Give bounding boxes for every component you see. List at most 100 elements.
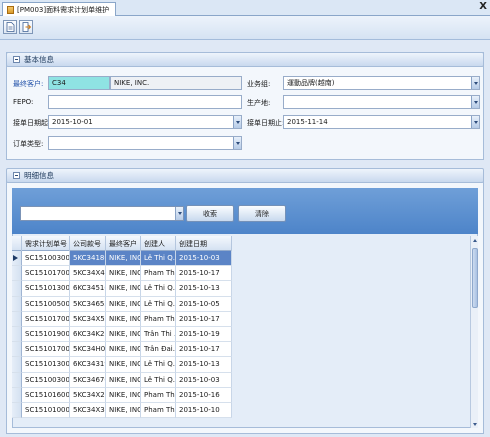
- cell-creator[interactable]: Pham Th...: [141, 387, 176, 403]
- table-row[interactable]: SC15101300036KC34516NIKE, INC.Lê Thi Q..…: [12, 281, 232, 297]
- factory-select[interactable]: [283, 95, 480, 109]
- cell-created-date[interactable]: 2015-10-19: [176, 326, 232, 343]
- cell-created-date[interactable]: 2015-10-13: [176, 357, 232, 373]
- cell-creator[interactable]: Lê Thi Q...: [141, 251, 176, 267]
- col-header-plan-no[interactable]: 需求计划单号: [22, 236, 70, 251]
- table-row[interactable]: SC15100500045KC34653NIKE, INC.Lê Thi Q..…: [12, 296, 232, 312]
- cell-created-date[interactable]: 2015-10-03: [176, 251, 232, 267]
- close-icon[interactable]: X: [479, 1, 487, 12]
- row-indicator[interactable]: [12, 357, 22, 373]
- cell-plan-no[interactable]: SC1510170001: [22, 266, 70, 282]
- row-indicator[interactable]: [12, 311, 22, 327]
- cell-customer[interactable]: NIKE, INC.: [106, 387, 141, 403]
- col-header-customer[interactable]: 最终客户: [106, 236, 141, 251]
- row-indicator[interactable]: [12, 387, 22, 403]
- business-group-select[interactable]: 運動品牌(越南): [283, 76, 480, 90]
- cell-customer[interactable]: NIKE, INC.: [106, 311, 141, 327]
- export-icon[interactable]: [19, 20, 33, 34]
- chevron-down-icon[interactable]: [233, 116, 241, 128]
- table-row[interactable]: SC15100300025KC34676NIKE, INC.Lê Thi Q..…: [12, 372, 232, 388]
- chevron-down-icon[interactable]: [471, 96, 479, 108]
- date-to-field[interactable]: 2015-11-14: [283, 115, 480, 129]
- cell-style-no[interactable]: 5KC34H09: [70, 342, 106, 358]
- collapse-icon[interactable]: [13, 56, 20, 63]
- search-input[interactable]: [20, 206, 184, 221]
- col-header-creator[interactable]: 创建人: [141, 236, 176, 251]
- row-indicator[interactable]: [12, 281, 22, 297]
- cell-style-no[interactable]: 5KC34X52: [70, 311, 106, 327]
- fepo-field[interactable]: [48, 95, 242, 109]
- cell-style-no[interactable]: 5KC34186: [70, 251, 106, 267]
- table-row[interactable]: SC15101900026KC34K21NIKE, INC.Trân Thi .…: [12, 326, 232, 343]
- chevron-down-icon[interactable]: [233, 137, 241, 149]
- order-type-select[interactable]: [48, 136, 242, 150]
- cell-creator[interactable]: Lê Thi Q...: [141, 357, 176, 373]
- table-row[interactable]: SC15101700015KC34X40NIKE, INC.Pham Th...…: [12, 266, 232, 282]
- new-doc-icon[interactable]: [3, 20, 17, 34]
- table-row[interactable]: SC15100300015KC34186NIKE, INC.Lê Thi Q..…: [12, 251, 232, 267]
- cell-customer[interactable]: NIKE, INC.: [106, 281, 141, 297]
- cell-creator[interactable]: Lê Thi Q...: [141, 281, 176, 297]
- grid-scrollbar[interactable]: [470, 236, 478, 428]
- cell-style-no[interactable]: 5KC34X39: [70, 402, 106, 419]
- table-row[interactable]: SC15101700265KC34X52NIKE, INC.Pham Th...…: [12, 311, 232, 327]
- cell-plan-no[interactable]: SC1510130002: [22, 357, 70, 373]
- cell-plan-no[interactable]: SC1510130003: [22, 281, 70, 297]
- chevron-down-icon[interactable]: [471, 77, 479, 89]
- cell-customer[interactable]: NIKE, INC.: [106, 357, 141, 373]
- cell-creator[interactable]: Lê Thi Q...: [141, 296, 176, 312]
- cell-style-no[interactable]: 6KC34K21: [70, 326, 106, 343]
- cell-style-no[interactable]: 5KC34653: [70, 296, 106, 312]
- table-row[interactable]: SC15101000145KC34X39NIKE, INC.Pham Th...…: [12, 402, 232, 419]
- scroll-down-icon[interactable]: [471, 420, 479, 428]
- cell-created-date[interactable]: 2015-10-17: [176, 311, 232, 327]
- cell-plan-no[interactable]: SC1510050004: [22, 296, 70, 312]
- cell-creator[interactable]: Pham Th...: [141, 311, 176, 327]
- row-indicator[interactable]: [12, 342, 22, 358]
- cell-created-date[interactable]: 2015-10-05: [176, 296, 232, 312]
- row-indicator[interactable]: [12, 266, 22, 282]
- cell-customer[interactable]: NIKE, INC.: [106, 251, 141, 267]
- cell-created-date[interactable]: 2015-10-13: [176, 281, 232, 297]
- clear-button[interactable]: 清除: [238, 205, 286, 222]
- cell-created-date[interactable]: 2015-10-16: [176, 387, 232, 403]
- cell-creator[interactable]: Pham Th...: [141, 266, 176, 282]
- cell-plan-no[interactable]: SC1510170026: [22, 311, 70, 327]
- row-indicator[interactable]: [12, 326, 22, 343]
- cell-plan-no[interactable]: SC1510160001: [22, 387, 70, 403]
- cell-customer[interactable]: NIKE, INC.: [106, 326, 141, 343]
- row-indicator[interactable]: [12, 402, 22, 419]
- cell-created-date[interactable]: 2015-10-17: [176, 266, 232, 282]
- cell-plan-no[interactable]: SC1510100014: [22, 402, 70, 419]
- detail-info-header[interactable]: 明细信息: [6, 168, 484, 183]
- cell-created-date[interactable]: 2015-10-10: [176, 402, 232, 419]
- cell-customer[interactable]: NIKE, INC.: [106, 296, 141, 312]
- cell-creator[interactable]: Pham Th...: [141, 402, 176, 419]
- row-indicator[interactable]: [12, 296, 22, 312]
- customer-code-field[interactable]: C34: [48, 76, 110, 90]
- cell-creator[interactable]: Trân Thi ...: [141, 326, 176, 343]
- cell-customer[interactable]: NIKE, INC.: [106, 266, 141, 282]
- basic-info-header[interactable]: 基本信息: [6, 52, 484, 67]
- cell-creator[interactable]: Lê Thi Q...: [141, 372, 176, 388]
- cell-created-date[interactable]: 2015-10-03: [176, 372, 232, 388]
- chevron-down-icon[interactable]: [471, 116, 479, 128]
- scroll-thumb[interactable]: [472, 248, 478, 308]
- cell-plan-no[interactable]: SC1510030001: [22, 251, 70, 267]
- tab-pm003[interactable]: [PM003]面料需求计划单维护: [2, 2, 116, 16]
- row-indicator[interactable]: [12, 251, 22, 267]
- cell-plan-no[interactable]: SC1510190002: [22, 326, 70, 343]
- cell-style-no[interactable]: 6KC34516: [70, 281, 106, 297]
- scroll-up-icon[interactable]: [471, 236, 479, 244]
- cell-style-no[interactable]: 5KC34X24: [70, 387, 106, 403]
- cell-style-no[interactable]: 5KC34X40: [70, 266, 106, 282]
- collapse-icon[interactable]: [13, 172, 20, 179]
- cell-customer[interactable]: NIKE, INC.: [106, 372, 141, 388]
- chevron-down-icon[interactable]: [175, 207, 183, 220]
- cell-style-no[interactable]: 6KC34319: [70, 357, 106, 373]
- col-header-created-date[interactable]: 创建日期: [176, 236, 232, 251]
- cell-plan-no[interactable]: SC1510030002: [22, 372, 70, 388]
- date-from-field[interactable]: 2015-10-01: [48, 115, 242, 129]
- table-row[interactable]: SC15101300026KC34319NIKE, INC.Lê Thi Q..…: [12, 357, 232, 373]
- table-row[interactable]: SC15101700225KC34H09NIKE, INC.Trân Đai..…: [12, 342, 232, 358]
